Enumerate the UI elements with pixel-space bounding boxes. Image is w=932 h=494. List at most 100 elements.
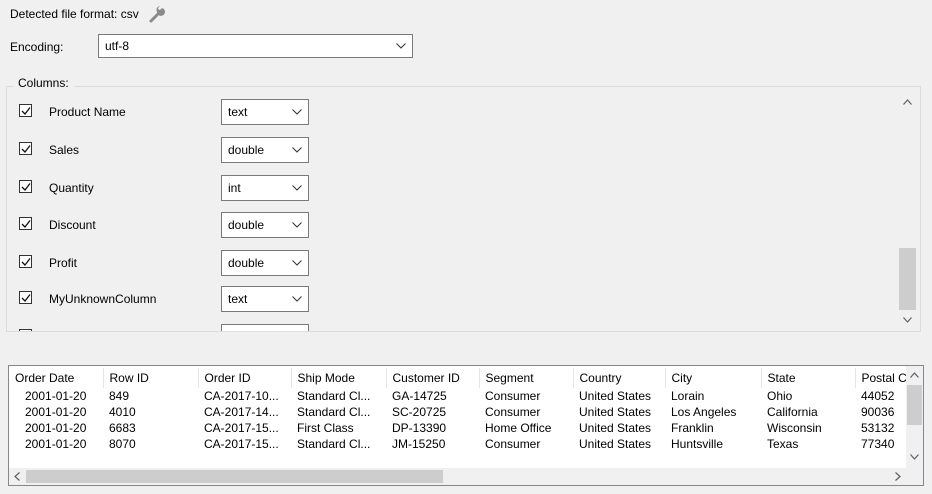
table-row[interactable]: 2001-01-20 849 CA-2017-10... Standard Cl...… bbox=[9, 388, 915, 404]
chevron-down-icon bbox=[292, 260, 302, 266]
column-checkbox[interactable] bbox=[19, 180, 32, 193]
column-header[interactable]: Order ID bbox=[198, 368, 292, 388]
checkmark-icon bbox=[21, 183, 31, 191]
table-cell: 849 bbox=[109, 389, 130, 403]
table-cell: California bbox=[767, 405, 818, 419]
columns-group: Product Name text Sales double Quantity int Di… bbox=[6, 86, 921, 332]
column-name: Product Name bbox=[49, 105, 126, 119]
column-header[interactable]: Customer ID bbox=[386, 368, 480, 388]
scroll-down-icon[interactable] bbox=[903, 317, 912, 323]
table-cell: United States bbox=[579, 405, 652, 419]
table-cell: Standard Cl... bbox=[297, 405, 371, 419]
column-header[interactable]: City bbox=[665, 368, 762, 388]
table-vertical-scrollbar[interactable] bbox=[906, 366, 923, 468]
table-cell: CA-2017-10... bbox=[204, 389, 279, 403]
column-type-select[interactable]: double bbox=[221, 137, 309, 163]
table-cell: Standard Cl... bbox=[297, 437, 371, 451]
checkmark-icon bbox=[21, 107, 31, 115]
column-header[interactable]: Country bbox=[573, 368, 666, 388]
column-type-select[interactable]: text bbox=[221, 286, 309, 312]
scroll-up-icon[interactable] bbox=[910, 372, 919, 378]
chevron-down-icon bbox=[292, 147, 302, 153]
encoding-select[interactable]: utf-8 bbox=[98, 34, 413, 58]
scroll-down-icon[interactable] bbox=[910, 454, 919, 460]
chevron-down-icon bbox=[396, 43, 406, 49]
column-type-value: int bbox=[228, 181, 241, 195]
column-header[interactable]: Order Date bbox=[9, 368, 104, 388]
column-name: Sales bbox=[49, 143, 80, 157]
column-type-value: double bbox=[228, 218, 265, 232]
column-checkbox[interactable] bbox=[19, 104, 32, 117]
table-cell: Consumer bbox=[485, 389, 541, 403]
checkmark-icon bbox=[21, 220, 31, 228]
scroll-up-icon[interactable] bbox=[903, 99, 912, 105]
chevron-down-icon bbox=[292, 185, 302, 191]
columns-vertical-scrollbar[interactable] bbox=[897, 87, 918, 331]
wrench-icon[interactable] bbox=[147, 4, 167, 24]
table-horizontal-scrollbar[interactable] bbox=[9, 468, 923, 485]
detected-format-label: Detected file format: csv bbox=[10, 7, 139, 21]
table-cell: Huntsville bbox=[671, 437, 724, 451]
table-row[interactable]: 2001-01-20 4010 CA-2017-14... Standard Cl..… bbox=[9, 404, 915, 420]
scroll-right-icon[interactable] bbox=[895, 472, 901, 481]
column-checkbox[interactable] bbox=[19, 255, 32, 268]
encoding-value: utf-8 bbox=[105, 39, 130, 53]
table-row[interactable]: 2001-01-20 8070 CA-2017-15... Standard Cl..… bbox=[9, 436, 915, 452]
preview-table-panel[interactable]: Order Date Row ID Order ID Ship Mode Custome… bbox=[8, 365, 924, 486]
column-type-select[interactable] bbox=[221, 324, 309, 331]
encoding-label: Encoding: bbox=[10, 40, 64, 54]
table-cell: CA-2017-15... bbox=[204, 421, 279, 435]
checkmark-icon bbox=[21, 294, 31, 302]
column-name: Discount bbox=[49, 218, 96, 232]
table-row[interactable]: 2001-01-20 6683 CA-2017-15... First Class DP… bbox=[9, 420, 915, 436]
column-checkbox[interactable] bbox=[19, 329, 32, 331]
table-cell: GA-14725 bbox=[392, 389, 447, 403]
checkmark-icon bbox=[21, 258, 31, 266]
column-type-select[interactable]: double bbox=[221, 212, 309, 238]
column-name: Quantity bbox=[49, 181, 94, 195]
column-name: Profit bbox=[49, 256, 78, 270]
column-type-select[interactable]: double bbox=[221, 250, 309, 276]
chevron-down-icon bbox=[292, 222, 302, 228]
table-cell: Consumer bbox=[485, 405, 541, 419]
column-checkbox[interactable] bbox=[19, 291, 32, 304]
detected-format-row: Detected file format: csv bbox=[10, 4, 167, 24]
column-type-value: double bbox=[228, 143, 265, 157]
column-name: MyUnknownColumn bbox=[49, 292, 157, 306]
table-cell: United States bbox=[579, 421, 652, 435]
table-cell: 2001-01-20 bbox=[25, 421, 87, 435]
table-cell: United States bbox=[579, 437, 652, 451]
preview-table: Order Date Row ID Order ID Ship Mode Custome… bbox=[9, 368, 916, 452]
table-cell: 6683 bbox=[109, 421, 136, 435]
column-type-select[interactable]: int bbox=[221, 175, 309, 201]
scroll-left-icon[interactable] bbox=[14, 472, 20, 481]
column-header[interactable]: State bbox=[761, 368, 856, 388]
table-cell: CA-2017-14... bbox=[204, 405, 279, 419]
table-cell: Lorain bbox=[671, 389, 705, 403]
column-checkbox[interactable] bbox=[19, 217, 32, 230]
column-type-value: text bbox=[228, 292, 248, 306]
table-cell: 2001-01-20 bbox=[25, 405, 87, 419]
scrollbar-thumb[interactable] bbox=[907, 385, 922, 425]
table-cell: Home Office bbox=[485, 421, 552, 435]
table-cell: Franklin bbox=[671, 421, 714, 435]
table-cell: Texas bbox=[767, 437, 799, 451]
column-type-value: double bbox=[228, 256, 265, 270]
chevron-down-icon bbox=[292, 109, 302, 115]
column-header[interactable]: Segment bbox=[479, 368, 574, 388]
table-cell: First Class bbox=[297, 421, 354, 435]
table-cell: Los Angeles bbox=[671, 405, 737, 419]
table-cell: CA-2017-15... bbox=[204, 437, 279, 451]
column-header[interactable]: Row ID bbox=[103, 368, 199, 388]
checkmark-icon bbox=[21, 145, 31, 153]
column-checkbox[interactable] bbox=[19, 142, 32, 155]
scrollbar-thumb[interactable] bbox=[26, 470, 443, 483]
table-cell: 2001-01-20 bbox=[25, 389, 87, 403]
table-cell: DP-13390 bbox=[392, 421, 447, 435]
table-cell: JM-15250 bbox=[392, 437, 446, 451]
column-type-select[interactable]: text bbox=[221, 99, 309, 125]
column-type-value: text bbox=[228, 105, 248, 119]
scrollbar-thumb[interactable] bbox=[899, 248, 916, 310]
column-header[interactable]: Ship Mode bbox=[291, 368, 387, 388]
table-cell: Standard Cl... bbox=[297, 389, 371, 403]
